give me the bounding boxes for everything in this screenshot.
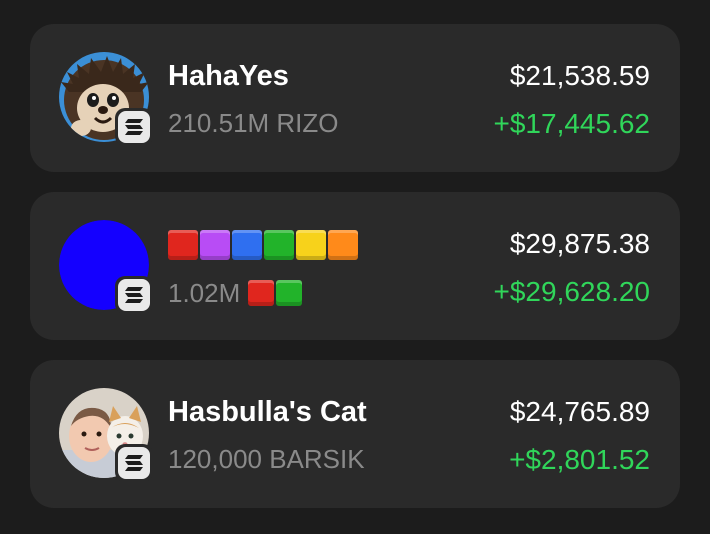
colored-square-icon — [276, 280, 303, 307]
token-avatar — [59, 52, 153, 146]
chain-badge — [115, 444, 153, 482]
token-pnl: +$2,801.52 — [509, 444, 650, 475]
token-name: HahaYes — [168, 60, 289, 92]
colored-square-icon — [296, 230, 326, 261]
token-avatar — [59, 220, 153, 314]
token-amount: 120,000 BARSIK — [168, 444, 365, 474]
token-list: HahaYes 210.51M RIZO $21,538.59 +$17,445… — [30, 24, 680, 528]
token-value: $24,765.89 — [509, 396, 650, 427]
token-amount: 1.02M — [168, 276, 304, 309]
colored-squares-icon — [168, 230, 360, 261]
token-card-hasbulla-cat[interactable]: Hasbulla's Cat 120,000 BARSIK $24,765.89… — [30, 360, 680, 508]
solana-icon — [125, 455, 143, 471]
token-name — [168, 228, 360, 261]
chain-badge — [115, 276, 153, 314]
token-pnl: +$17,445.62 — [493, 108, 651, 139]
token-card-emoji[interactable]: 1.02M $29,875.38 +$29,628.20 — [30, 192, 680, 340]
token-amount: 210.51M RIZO — [168, 108, 339, 138]
colored-squares-icon — [248, 280, 304, 307]
token-name: Hasbulla's Cat — [168, 396, 367, 428]
solana-icon — [125, 119, 143, 135]
token-card-hahayes[interactable]: HahaYes 210.51M RIZO $21,538.59 +$17,445… — [30, 24, 680, 172]
colored-square-icon — [264, 230, 294, 261]
token-value: $21,538.59 — [509, 60, 650, 91]
colored-square-icon — [328, 230, 358, 261]
colored-square-icon — [200, 230, 230, 261]
chain-badge — [115, 108, 153, 146]
token-pnl: +$29,628.20 — [493, 276, 651, 307]
token-value: $29,875.38 — [509, 228, 650, 259]
solana-icon — [125, 287, 143, 303]
colored-square-icon — [232, 230, 262, 261]
token-avatar — [59, 388, 153, 482]
colored-square-icon — [168, 230, 198, 261]
colored-square-icon — [248, 280, 275, 307]
token-amount-text: 1.02M — [168, 277, 241, 308]
